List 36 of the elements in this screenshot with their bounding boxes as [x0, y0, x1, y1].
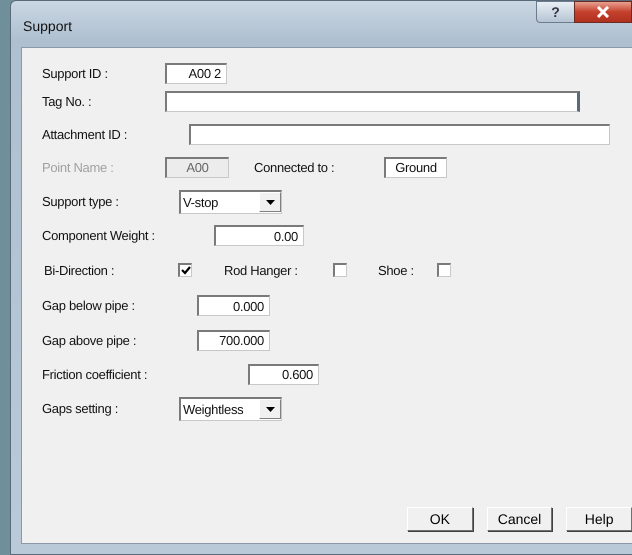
- field-label: Gaps setting :: [42, 401, 120, 416]
- input-field[interactable]: 700.000: [197, 330, 270, 350]
- input-field[interactable]: [189, 124, 610, 145]
- checkbox[interactable]: [333, 263, 347, 277]
- field-label: Support ID :: [42, 66, 109, 80]
- field-label: Attachment ID :: [42, 127, 128, 142]
- field-label: Component Weight :: [42, 228, 156, 243]
- close-icon: [596, 6, 610, 18]
- dropdown[interactable]: V-stop: [179, 190, 282, 214]
- field-label: Gap below pipe :: [42, 298, 136, 313]
- checkbox-label: Bi-Direction :: [43, 262, 116, 278]
- close-button[interactable]: [574, 1, 632, 23]
- field-label: Support type :: [42, 194, 120, 209]
- window-title: Support: [23, 18, 72, 34]
- caret-icon: [266, 200, 274, 204]
- field-label: Friction coefficient :: [42, 366, 148, 382]
- input-field[interactable]: A00 2: [165, 62, 227, 84]
- checkbox[interactable]: [437, 263, 451, 277]
- check-icon: [180, 266, 190, 275]
- dialog-button[interactable]: Cancel: [486, 507, 552, 531]
- dropdown[interactable]: Weightless: [179, 396, 282, 420]
- input-field[interactable]: [165, 91, 580, 112]
- field-label: Gap above pipe :: [42, 332, 138, 348]
- caret-icon: [266, 406, 274, 412]
- field-label: Connected to :: [254, 160, 336, 174]
- input-field[interactable]: 0.600: [248, 364, 319, 384]
- checkbox-label: Shoe :: [378, 262, 415, 278]
- input-field[interactable]: 0.000: [197, 295, 270, 316]
- checkbox[interactable]: [178, 263, 192, 277]
- dialog-button[interactable]: OK: [407, 507, 473, 531]
- field-label: Point Name :: [42, 160, 115, 174]
- help-button[interactable]: ?: [536, 1, 574, 23]
- checkbox-label: Rod Hanger :: [224, 262, 299, 278]
- dialog-button[interactable]: Help: [566, 507, 632, 531]
- field-label: Tag No. :: [42, 94, 92, 109]
- input-field[interactable]: 0.00: [214, 225, 304, 246]
